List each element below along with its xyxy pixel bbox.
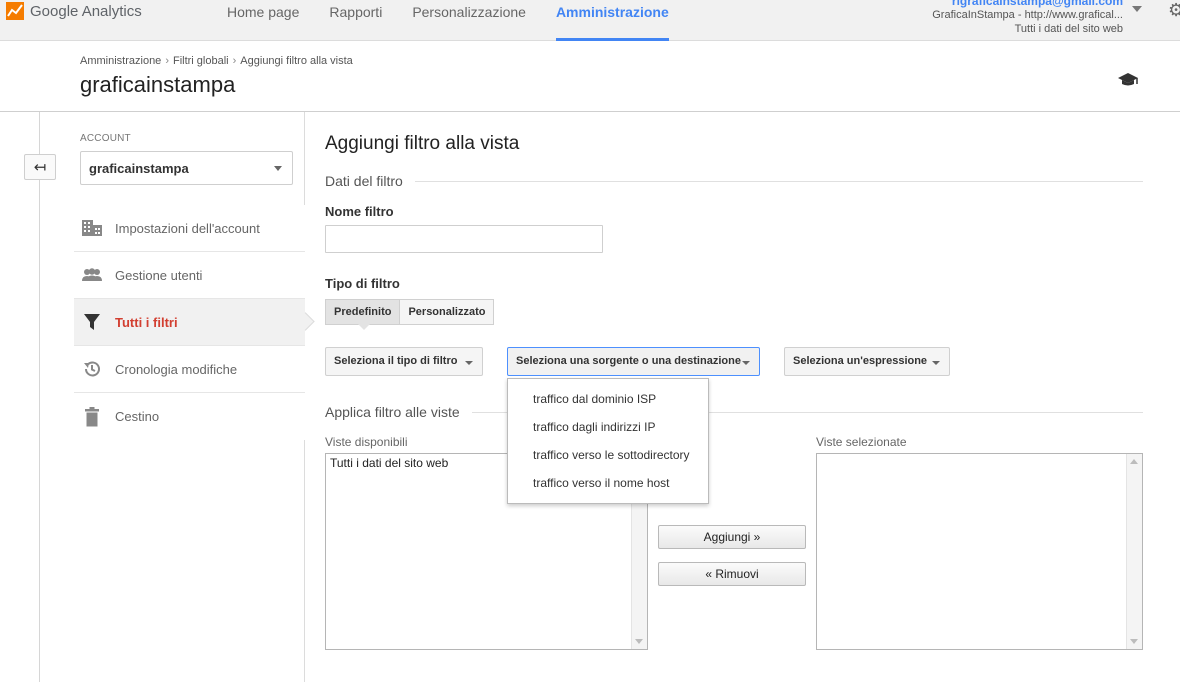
- users-icon: [81, 264, 103, 286]
- filter-icon: [81, 311, 103, 333]
- sidebar-item-cronologia-modifiche[interactable]: Cronologia modifiche: [74, 346, 305, 393]
- main-title: Aggiungi filtro alla vista: [325, 133, 520, 154]
- breadcrumb-item[interactable]: Filtri globali: [173, 55, 229, 67]
- sidebar-menu: Impostazioni dell'account Gestione utent…: [74, 205, 305, 440]
- trash-icon: [81, 406, 103, 428]
- main-content: Aggiungi filtro alla vista Dati del filt…: [325, 112, 1145, 682]
- type-predefinito-button[interactable]: Predefinito: [325, 299, 401, 325]
- available-views-label: Viste disponibili: [325, 435, 408, 449]
- sidebar-item-label: Cestino: [115, 409, 160, 424]
- dropdown-label: Seleziona il tipo di filtro: [334, 355, 458, 367]
- graduation-cap-icon[interactable]: [1117, 72, 1139, 93]
- section-applica-filtro: Applica filtro alle viste: [325, 404, 1143, 420]
- filter-type-toggle: Predefinito Personalizzato: [325, 299, 495, 325]
- breadcrumb-item[interactable]: Amministrazione: [80, 55, 161, 67]
- dropdown-option[interactable]: traffico verso le sottodirectory: [508, 441, 708, 469]
- history-icon: [81, 358, 103, 380]
- chevron-down-icon: [274, 166, 282, 171]
- selected-views-label: Viste selezionate: [816, 435, 907, 449]
- type-label: Tipo di filtro: [325, 276, 400, 291]
- dropdown-option[interactable]: traffico dagli indirizzi IP: [508, 413, 708, 441]
- section-divider: [414, 180, 1143, 182]
- sidebar-item-label: Gestione utenti: [115, 267, 203, 283]
- sidebar-item-label: Tutti i filtri: [115, 314, 178, 330]
- account-picker[interactable]: rigraficainstampa@gmail.com GraficaInSta…: [932, 0, 1123, 36]
- nav-rapporti[interactable]: Rapporti: [329, 0, 382, 41]
- dropdown-option[interactable]: traffico verso il nome host: [508, 469, 708, 497]
- account-email: rigraficainstampa@gmail.com: [951, 0, 1123, 8]
- section-title: Dati del filtro: [325, 173, 403, 189]
- account-select-value: graficainstampa: [89, 161, 189, 176]
- dropdown-option[interactable]: traffico dal dominio ISP: [508, 385, 708, 413]
- type-personalizzato-button[interactable]: Personalizzato: [400, 299, 495, 325]
- selected-pointer: [358, 324, 370, 330]
- account-property: GraficaInStampa - http://www.grafical...: [932, 9, 1123, 21]
- nav-personalizzazione[interactable]: Personalizzazione: [412, 0, 526, 41]
- filter-name-input[interactable]: [325, 225, 603, 253]
- dropdown-label: Seleziona una sorgente o una destinazion…: [516, 355, 741, 367]
- account-label: ACCOUNT: [80, 133, 131, 144]
- sidebar-item-label: Impostazioni dell'account: [115, 220, 260, 236]
- sidebar-item-impostazioni-account[interactable]: Impostazioni dell'account: [74, 205, 305, 252]
- account-view: Tutti i dati del sito web: [1014, 23, 1123, 35]
- source-destination-dropdown[interactable]: Seleziona una sorgente o una destinazion…: [507, 347, 760, 376]
- chevron-down-icon: [465, 361, 473, 365]
- chevron-down-icon: [932, 361, 940, 365]
- top-bar: Google Analytics Home page Rapporti Pers…: [0, 0, 1180, 41]
- app-name: Google Analytics: [30, 2, 142, 20]
- main-nav: Home page Rapporti Personalizzazione Amm…: [227, 0, 699, 41]
- remove-view-button[interactable]: « Rimuovi: [658, 562, 806, 586]
- section-title: Applica filtro alle viste: [325, 404, 460, 420]
- breadcrumb-separator: ›: [232, 55, 237, 67]
- expression-dropdown[interactable]: Seleziona un'espressione: [784, 347, 950, 376]
- scroll-down-icon[interactable]: [635, 639, 643, 644]
- dropdown-label: Seleziona un'espressione: [793, 355, 928, 367]
- source-destination-menu: traffico dal dominio ISP traffico dagli …: [507, 378, 709, 504]
- breadcrumb: Amministrazione › Filtri globali › Aggiungi …: [80, 55, 353, 67]
- page-header: Amministrazione › Filtri globali › Aggiungi …: [0, 41, 1180, 112]
- app-logo[interactable]: Google Analytics: [6, 1, 142, 21]
- filter-type-dropdown[interactable]: Seleziona il tipo di filtro: [325, 347, 483, 376]
- selected-views-list[interactable]: [816, 453, 1143, 650]
- account-select[interactable]: graficainstampa: [80, 151, 293, 185]
- breadcrumb-item: Aggiungi filtro alla vista: [240, 55, 353, 67]
- add-view-button[interactable]: Aggiungi »: [658, 525, 806, 549]
- sidebar-item-label: Cronologia modifiche: [115, 361, 238, 377]
- chevron-down-icon: [742, 361, 750, 365]
- scrollbar[interactable]: [1126, 454, 1142, 649]
- gear-icon[interactable]: ⚙: [1168, 0, 1180, 21]
- sidebar-item-gestione-utenti[interactable]: Gestione utenti: [74, 252, 305, 299]
- scroll-down-icon[interactable]: [1130, 639, 1138, 644]
- chevron-down-icon[interactable]: [1132, 6, 1142, 12]
- page-title: graficainstampa: [80, 72, 236, 97]
- breadcrumb-separator: ›: [165, 55, 169, 67]
- section-dati-filtro: Dati del filtro: [325, 173, 1143, 189]
- sidebar: ACCOUNT graficainstampa Impostazioni del…: [0, 112, 305, 682]
- name-label: Nome filtro: [325, 204, 394, 219]
- analytics-logo-icon: [6, 2, 24, 20]
- nav-home[interactable]: Home page: [227, 0, 299, 41]
- building-icon: [81, 217, 103, 239]
- sidebar-item-cestino[interactable]: Cestino: [74, 393, 305, 440]
- scroll-up-icon[interactable]: [1130, 459, 1138, 464]
- sidebar-item-tutti-i-filtri[interactable]: Tutti i filtri: [74, 299, 305, 346]
- nav-amministrazione[interactable]: Amministrazione: [555, 0, 669, 41]
